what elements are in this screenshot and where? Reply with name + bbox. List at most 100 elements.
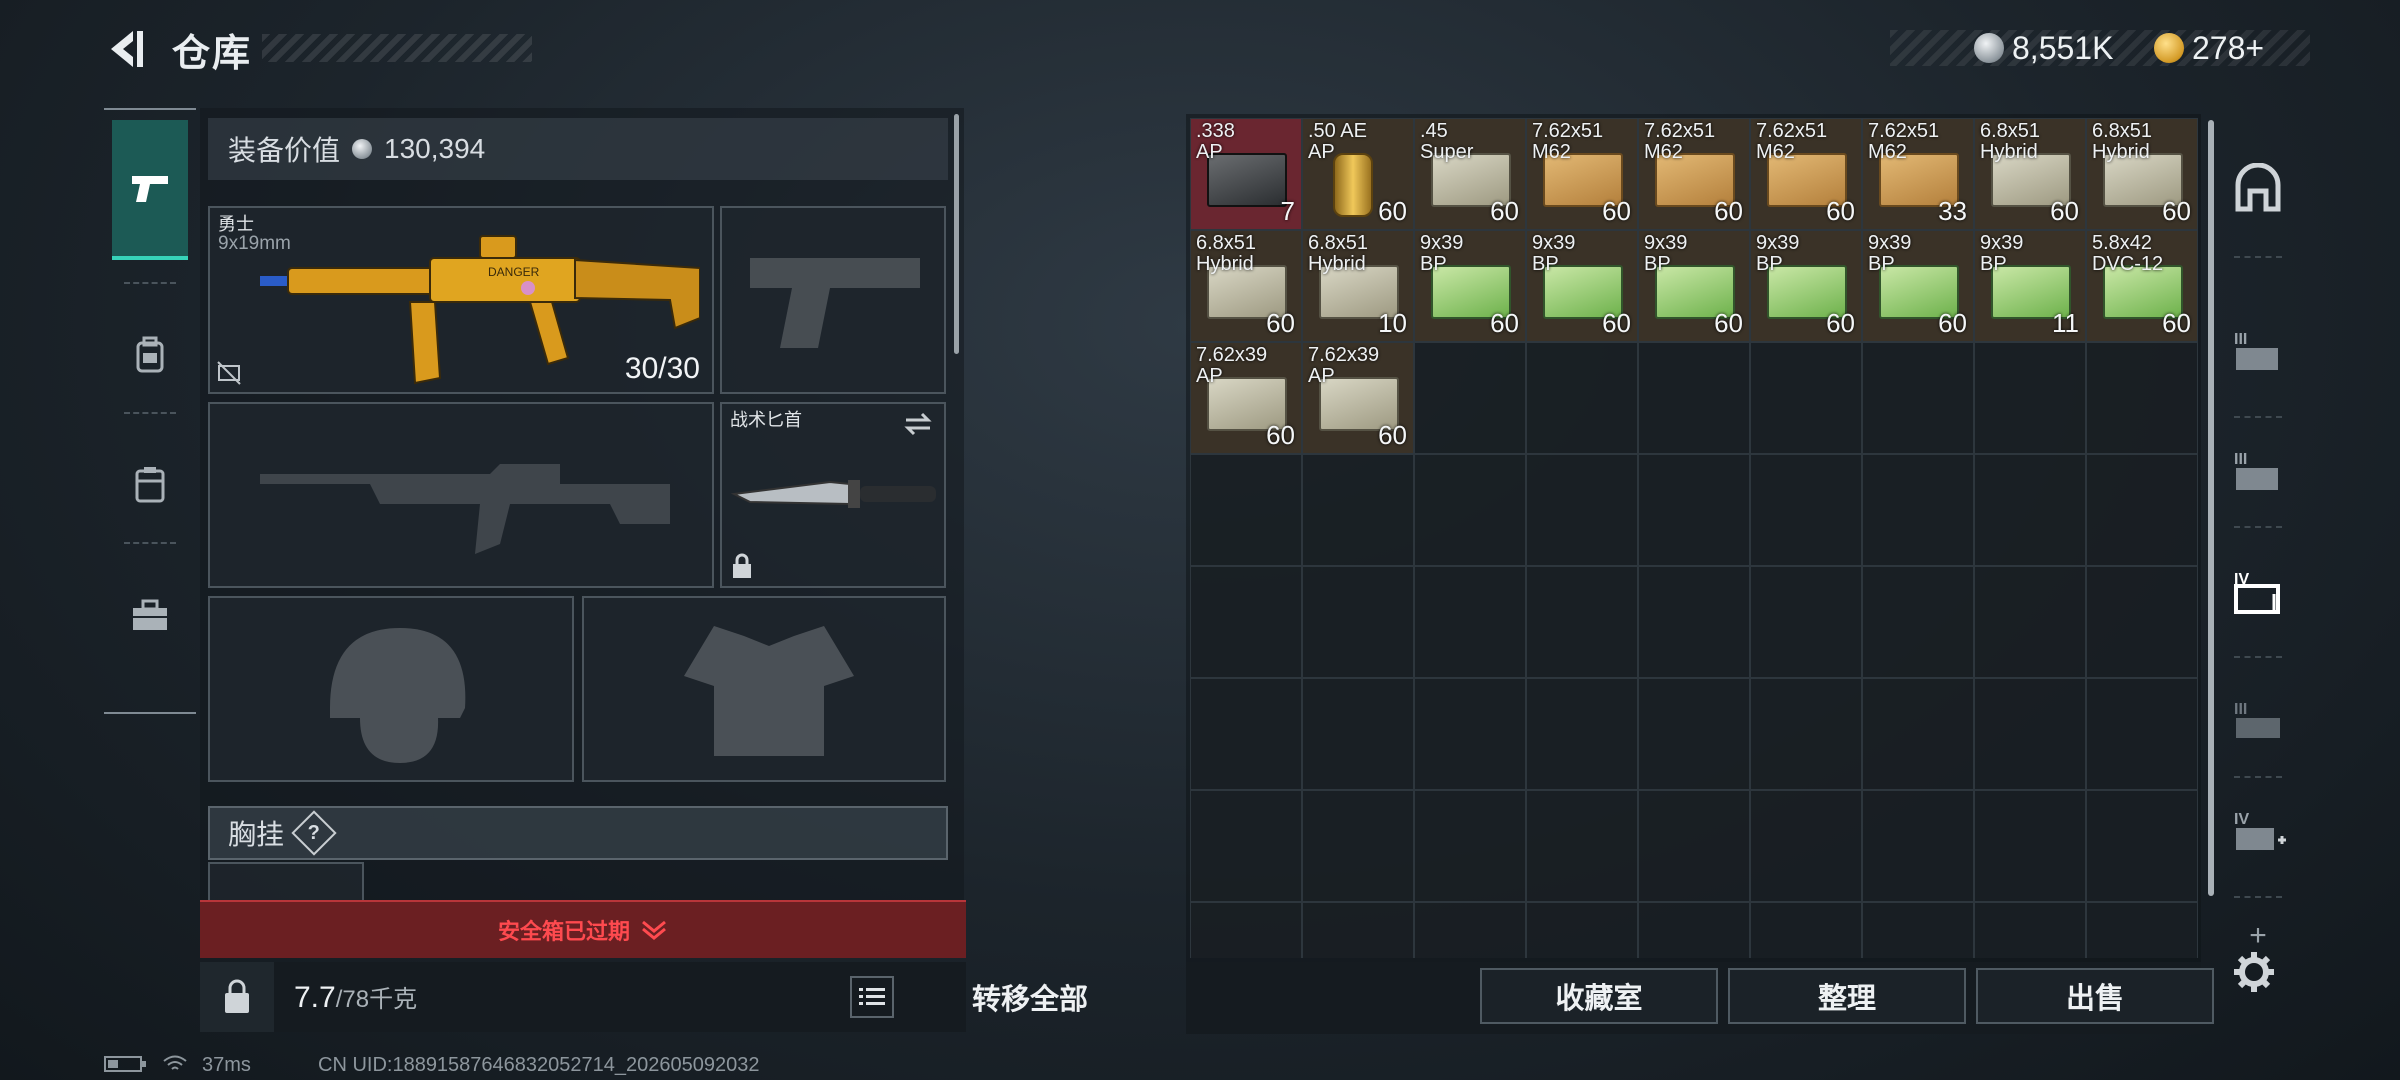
grid-cell[interactable] bbox=[1750, 342, 1862, 454]
grid-cell[interactable] bbox=[1190, 454, 1302, 566]
sell-button[interactable]: 出售 bbox=[1976, 968, 2214, 1024]
grid-cell[interactable] bbox=[2086, 566, 2198, 678]
grid-cell[interactable] bbox=[1638, 566, 1750, 678]
armor-slot[interactable] bbox=[582, 596, 946, 782]
list-view-button[interactable] bbox=[850, 976, 894, 1018]
tab-containers[interactable] bbox=[112, 440, 188, 530]
grid-cell[interactable] bbox=[1750, 678, 1862, 790]
grid-cell[interactable] bbox=[1190, 678, 1302, 790]
grid-cell[interactable] bbox=[2086, 342, 2198, 454]
ammo-item[interactable]: 7.62x51 M62 60 bbox=[1751, 119, 1861, 229]
tab-toolbox[interactable] bbox=[112, 570, 188, 660]
helmet-slot[interactable] bbox=[208, 596, 574, 782]
tab-weapons[interactable] bbox=[112, 120, 188, 260]
ammo-item[interactable]: .338 AP 7 bbox=[1191, 119, 1301, 229]
grid-cell[interactable] bbox=[1526, 902, 1638, 958]
ammo-item[interactable]: 9x39 BP 11 bbox=[1975, 231, 2085, 341]
grid-cell[interactable] bbox=[2086, 790, 2198, 902]
grid-cell[interactable] bbox=[1414, 566, 1526, 678]
grid-cell[interactable] bbox=[1190, 902, 1302, 958]
grid-cell[interactable] bbox=[1750, 566, 1862, 678]
grid-cell[interactable] bbox=[1414, 342, 1526, 454]
ammo-item[interactable]: 9x39 BP 60 bbox=[1863, 231, 1973, 341]
container-tab-2[interactable]: III bbox=[2220, 416, 2296, 526]
grid-cell[interactable] bbox=[1638, 902, 1750, 958]
grid-cell[interactable] bbox=[2086, 678, 2198, 790]
grid-cell[interactable] bbox=[1862, 790, 1974, 902]
grid-cell[interactable] bbox=[1302, 902, 1414, 958]
grid-cell[interactable] bbox=[1974, 566, 2086, 678]
ammo-item[interactable]: 7.62x39 AP 60 bbox=[1303, 343, 1413, 453]
equipment-scrollbar[interactable] bbox=[954, 114, 959, 354]
collection-room-button[interactable]: 收藏室 bbox=[1480, 968, 1718, 1024]
melee-slot[interactable]: 战术匕首 bbox=[720, 402, 946, 588]
container-tab-5[interactable]: IV bbox=[2220, 776, 2296, 886]
grid-cell[interactable] bbox=[1862, 342, 1974, 454]
grid-cell[interactable] bbox=[1638, 790, 1750, 902]
ammo-item[interactable]: 9x39 BP 60 bbox=[1751, 231, 1861, 341]
grid-cell[interactable] bbox=[1190, 790, 1302, 902]
grid-cell[interactable] bbox=[1414, 902, 1526, 958]
transfer-all-button[interactable]: 转移全部 bbox=[900, 962, 1160, 1032]
grid-cell[interactable] bbox=[1750, 902, 1862, 958]
container-tab-3-active[interactable]: IV bbox=[2220, 536, 2296, 646]
ammo-item[interactable]: 9x39 BP 60 bbox=[1415, 231, 1525, 341]
grid-cell[interactable] bbox=[1638, 342, 1750, 454]
secure-container-expired-warning[interactable]: 安全箱已过期 bbox=[200, 900, 966, 958]
grid-cell[interactable] bbox=[1862, 678, 1974, 790]
grid-cell[interactable] bbox=[1414, 678, 1526, 790]
ammo-item[interactable]: 6.8x51 Hybrid 60 bbox=[1191, 231, 1301, 341]
sort-button[interactable]: 整理 bbox=[1728, 968, 1966, 1024]
grid-cell[interactable] bbox=[1750, 454, 1862, 566]
grid-cell[interactable] bbox=[1526, 790, 1638, 902]
grid-cell[interactable] bbox=[1414, 454, 1526, 566]
grid-cell[interactable] bbox=[1302, 566, 1414, 678]
ammo-item[interactable]: .50 AE AP 60 bbox=[1303, 119, 1413, 229]
back-button[interactable] bbox=[100, 24, 150, 74]
secondary-weapon-slot[interactable] bbox=[208, 402, 714, 588]
grid-cell[interactable] bbox=[1302, 790, 1414, 902]
grid-cell[interactable] bbox=[2086, 454, 2198, 566]
grid-cell[interactable] bbox=[1862, 902, 1974, 958]
ammo-item[interactable]: 9x39 BP 60 bbox=[1639, 231, 1749, 341]
ammo-item[interactable]: 6.8x51 Hybrid 60 bbox=[2087, 119, 2197, 229]
settings-button[interactable] bbox=[2232, 950, 2284, 1002]
storage-scrollbar[interactable] bbox=[2208, 120, 2214, 896]
container-tab-4[interactable]: III bbox=[2220, 666, 2296, 776]
grid-cell[interactable] bbox=[1414, 790, 1526, 902]
grid-cell[interactable] bbox=[1974, 790, 2086, 902]
grid-cell[interactable] bbox=[1526, 566, 1638, 678]
gold-currency[interactable]: 278+ bbox=[2154, 26, 2264, 70]
grid-cell[interactable] bbox=[1862, 566, 1974, 678]
grid-cell[interactable] bbox=[1974, 342, 2086, 454]
secure-container-button[interactable] bbox=[200, 962, 274, 1032]
ammo-item[interactable]: 9x39 BP 60 bbox=[1527, 231, 1637, 341]
ammo-item[interactable]: 7.62x51 M62 60 bbox=[1639, 119, 1749, 229]
ammo-item[interactable]: .45 Super 60 bbox=[1415, 119, 1525, 229]
primary-weapon-slot[interactable]: 勇士 9x19mm DANGER 30/30 bbox=[208, 206, 714, 394]
grid-cell[interactable] bbox=[1526, 678, 1638, 790]
grid-cell[interactable] bbox=[1974, 454, 2086, 566]
container-tab-1[interactable]: III bbox=[2220, 296, 2296, 406]
chest-rig-slot[interactable] bbox=[208, 862, 364, 902]
grid-cell[interactable] bbox=[1974, 678, 2086, 790]
grid-cell[interactable] bbox=[1750, 790, 1862, 902]
grid-cell[interactable] bbox=[1190, 566, 1302, 678]
grid-cell[interactable] bbox=[1638, 678, 1750, 790]
grid-cell[interactable] bbox=[1974, 902, 2086, 958]
ammo-item[interactable]: 7.62x51 M62 33 bbox=[1863, 119, 1973, 229]
ammo-item[interactable]: 6.8x51 Hybrid 10 bbox=[1303, 231, 1413, 341]
ammo-item[interactable]: 5.8x42 DVC-12 60 bbox=[2087, 231, 2197, 341]
grid-cell[interactable] bbox=[1862, 454, 1974, 566]
ammo-item[interactable]: 6.8x51 Hybrid 60 bbox=[1975, 119, 2085, 229]
grid-cell[interactable] bbox=[1526, 454, 1638, 566]
grid-cell[interactable] bbox=[2086, 902, 2198, 958]
chest-rig-section[interactable]: 胸挂 ? bbox=[208, 806, 948, 860]
ammo-item[interactable]: 7.62x51 M62 60 bbox=[1527, 119, 1637, 229]
swap-icon[interactable] bbox=[902, 410, 934, 438]
ammo-item[interactable]: 7.62x39 AP 60 bbox=[1191, 343, 1301, 453]
grid-cell[interactable] bbox=[1638, 454, 1750, 566]
grid-cell[interactable] bbox=[1526, 342, 1638, 454]
help-icon[interactable]: ? bbox=[291, 810, 337, 856]
grid-cell[interactable] bbox=[1302, 678, 1414, 790]
